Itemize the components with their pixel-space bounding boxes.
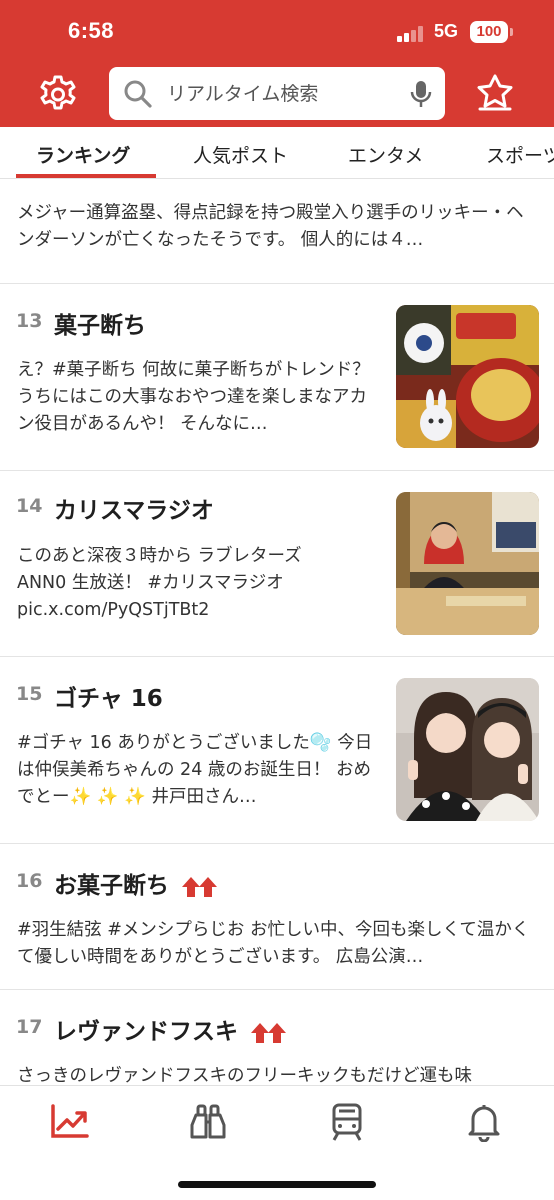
item-rank: 16	[16, 870, 43, 892]
gear-icon	[40, 75, 76, 110]
settings-button[interactable]	[38, 74, 78, 114]
app-header: 6:58 5G 100	[0, 0, 554, 127]
item-title: カリスマラジオ	[54, 498, 214, 524]
active-tab-indicator	[16, 174, 156, 178]
tab-ranking[interactable]: ランキング	[36, 141, 130, 168]
bell-icon	[468, 1105, 500, 1143]
item-thumbnail[interactable]	[396, 492, 539, 635]
status-time: 6:58	[68, 18, 115, 43]
battery-tip	[510, 28, 513, 36]
item-snippet: え？#菓子断ち 何故に菓子断ちがトレンド？ うちにはこの大事なおやつ達を楽しまな…	[17, 360, 370, 434]
item-rank: 14	[16, 495, 43, 517]
list-item[interactable]: 13 菓子断ち え？#菓子断ち 何故に菓子断ちがトレンド？ うちにはこの大事なお…	[0, 284, 554, 471]
list-item[interactable]: 16 お菓子断ち #羽生結弦 #メンシプらじお お忙しい中、今回も楽しくて温かく…	[0, 844, 554, 990]
binoculars-icon	[190, 1104, 226, 1139]
item-title-row: お菓子断ち	[54, 866, 219, 900]
nav-explore[interactable]	[186, 1102, 230, 1142]
nav-ranking[interactable]	[47, 1102, 91, 1142]
double-up-arrow-icon	[182, 876, 217, 897]
item-snippet: #ゴチャ 16 ありがとうございました🫧 今日は仲俣美希ちゃんの 24 歳のお誕…	[17, 733, 373, 807]
star-icon	[477, 74, 513, 111]
microphone-icon[interactable]	[409, 79, 433, 109]
list-item[interactable]: 17 レヴァンドフスキ さっきのレヴァンドフスキのフリーキックもだけど運も味	[0, 990, 554, 1085]
battery-icon: 100	[470, 21, 508, 43]
snack-photo	[396, 305, 539, 448]
list-item[interactable]: 14 カリスマラジオ このあと深夜３時から ラブレターズ ANN0 生放送！ #…	[0, 471, 554, 657]
item-rank: 17	[16, 1016, 43, 1038]
tab-sports[interactable]: スポーツ	[486, 141, 554, 168]
status-bar: 6:58 5G 100	[0, 0, 554, 64]
two-girls-photo	[396, 678, 539, 821]
nav-notifications[interactable]	[462, 1102, 506, 1143]
item-title: 菓子断ち	[54, 313, 146, 339]
item-rank: 15	[16, 683, 43, 705]
tab-entertainment[interactable]: エンタメ	[348, 141, 423, 168]
list-item[interactable]: メジャー通算盗塁、得点記録を持つ殿堂入り選手のリッキー・ヘンダーソンが亡くなった…	[0, 180, 554, 284]
tab-popular-posts[interactable]: 人気ポスト	[193, 141, 288, 168]
item-thumbnail[interactable]	[396, 305, 539, 448]
item-title: お菓子断ち	[54, 873, 169, 899]
network-label: 5G	[434, 21, 459, 41]
item-thumbnail[interactable]	[396, 678, 539, 821]
item-title: ゴチャ 16	[54, 686, 163, 712]
radio-studio-photo	[396, 492, 539, 635]
favorites-button[interactable]	[474, 72, 516, 114]
search-icon	[124, 80, 152, 108]
list-item[interactable]: 15 ゴチャ 16 #ゴチャ 16 ありがとうございました🫧 今日は仲俣美希ちゃ…	[0, 657, 554, 844]
item-title: レヴァンドフスキ	[54, 1019, 238, 1045]
train-icon	[332, 1103, 362, 1141]
ranking-list: メジャー通算盗塁、得点記録を持つ殿堂入り選手のリッキー・ヘンダーソンが亡くなった…	[0, 180, 554, 1085]
item-snippet: このあと深夜３時から ラブレターズ ANN0 生放送！ #カリスマラジオ pic…	[17, 546, 302, 620]
double-up-arrow-icon	[251, 1022, 286, 1043]
clipped-title	[16, 180, 326, 182]
item-rank: 13	[16, 310, 43, 332]
category-tabs: ランキング 人気ポスト エンタメ スポーツ	[0, 127, 554, 179]
signal-icon	[397, 26, 427, 42]
trend-chart-icon	[51, 1104, 89, 1138]
item-snippet: メジャー通算盗塁、得点記録を持つ殿堂入り選手のリッキー・ヘンダーソンが亡くなった…	[17, 203, 524, 250]
item-snippet: #羽生結弦 #メンシプらじお お忙しい中、今回も楽しくて温かくて優しい時間をあり…	[17, 920, 530, 967]
nav-transit[interactable]	[325, 1102, 369, 1142]
search-input[interactable]	[167, 77, 397, 110]
home-indicator[interactable]	[178, 1181, 376, 1188]
item-snippet: さっきのレヴァンドフスキのフリーキックもだけど運も味	[17, 1066, 472, 1085]
item-title-row: レヴァンドフスキ	[54, 1012, 288, 1046]
search-bar[interactable]	[109, 67, 445, 120]
